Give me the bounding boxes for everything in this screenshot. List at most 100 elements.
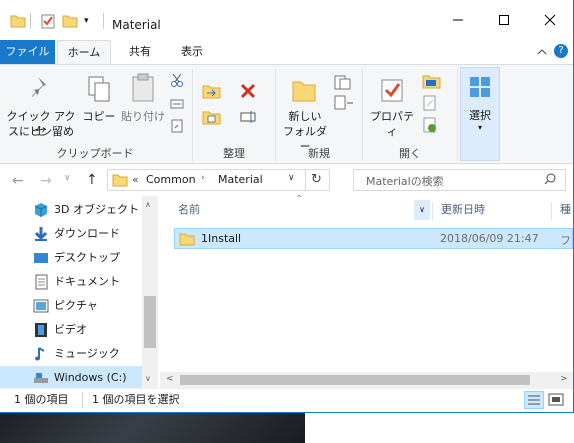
nav-item-windows-drive[interactable]: Windows (C:)	[0, 366, 142, 390]
column-divider[interactable]	[551, 202, 552, 220]
column-header-name[interactable]: 名前	[178, 196, 432, 224]
open-group-label: 開く	[399, 147, 421, 160]
clipboard-group-label: クリップボード	[56, 147, 134, 160]
pin-label-line2: スにピン留め	[8, 125, 74, 138]
search-box[interactable]: Materialの検索	[353, 169, 566, 191]
cut-icon[interactable]	[170, 73, 184, 90]
column-header-type[interactable]: 種	[560, 196, 573, 224]
customize-quick-access-icon[interactable]: ▾	[84, 13, 89, 29]
file-name: 1Install	[201, 232, 242, 245]
breadcrumb-common[interactable]: Common	[146, 173, 196, 186]
pin-to-quick-access-button[interactable]: クイック アクセ スにピン留め	[6, 69, 76, 141]
nav-item-label: 3D オブジェクト	[54, 203, 139, 216]
column-filter-icon[interactable]: ∨	[414, 200, 430, 220]
scroll-up-icon[interactable]: ∧	[145, 200, 151, 209]
nav-scrollbar[interactable]: ∧ ∨	[142, 196, 158, 388]
nav-item-label: ダウンロード	[54, 227, 120, 240]
nav-item-label: ドキュメント	[54, 275, 120, 288]
search-icon[interactable]	[544, 173, 556, 188]
folder-icon	[179, 231, 195, 250]
nav-scroll-thumb[interactable]	[144, 296, 156, 348]
address-overflow[interactable]: «	[132, 173, 139, 186]
file-row[interactable]: 1Install 2018/06/09 21:47 ファ	[174, 228, 573, 249]
close-button[interactable]	[527, 0, 573, 40]
nav-item-pictures[interactable]: ピクチャ	[0, 294, 142, 318]
videos-icon	[33, 322, 49, 338]
organize-group-label: 整理	[223, 147, 245, 160]
new-folder-quick-icon[interactable]	[62, 13, 78, 29]
large-icons-view-icon[interactable]	[548, 392, 564, 416]
status-selected-count: 1 個の項目を選択	[92, 393, 180, 406]
paste-button[interactable]: 貼り付け	[120, 69, 166, 141]
horizontal-scrollbar[interactable]: < >	[160, 372, 573, 388]
properties-quick-icon[interactable]	[40, 13, 56, 29]
nav-item-desktop[interactable]: デスクトップ	[0, 246, 142, 270]
help-icon[interactable]: ?	[554, 44, 568, 58]
rename-icon[interactable]	[240, 109, 258, 128]
nav-item-label: ピクチャ	[54, 299, 98, 312]
window-title: Material	[112, 18, 161, 32]
copy-icon	[87, 75, 111, 106]
hscroll-thumb[interactable]	[180, 375, 530, 385]
move-to-icon[interactable]	[202, 83, 222, 102]
properties-icon	[379, 77, 405, 106]
recent-locations-icon[interactable]: ∨	[64, 173, 71, 183]
properties-label: プロパティ	[370, 110, 414, 138]
nav-item-music[interactable]: ミュージック	[0, 342, 142, 366]
copy-to-icon[interactable]	[202, 109, 222, 128]
new-item-icon[interactable]	[334, 75, 356, 94]
paste-shortcut-icon[interactable]	[170, 119, 184, 136]
folder-icon	[10, 13, 26, 29]
tab-file[interactable]: ファイル	[0, 40, 55, 64]
download-icon	[33, 226, 49, 242]
edit-icon[interactable]	[422, 95, 438, 114]
copy-path-icon[interactable]	[170, 97, 184, 114]
documents-icon	[33, 274, 49, 290]
details-view-icon[interactable]	[524, 391, 544, 409]
up-arrow-icon[interactable]: ↑	[86, 172, 98, 188]
column-header-modified[interactable]: 更新日時	[441, 196, 551, 224]
new-folder-button[interactable]: 新しい フォルダー	[280, 69, 330, 153]
file-modified: 2018/06/09 21:47	[440, 232, 539, 245]
address-dropdown-icon[interactable]: ∨	[288, 173, 295, 183]
easy-access-icon[interactable]	[334, 95, 356, 114]
select-dropdown-icon: ▾	[477, 123, 482, 132]
properties-button[interactable]: プロパティ	[366, 69, 418, 141]
breadcrumb-chevron-icon[interactable]: ›	[201, 173, 205, 183]
column-divider[interactable]	[432, 202, 433, 220]
nav-item-downloads[interactable]: ダウンロード	[0, 222, 142, 246]
group-separator	[457, 69, 458, 161]
nav-item-3d-objects[interactable]: 3D オブジェクト	[0, 198, 142, 222]
separator	[30, 13, 31, 29]
tab-share[interactable]: 共有	[118, 40, 162, 64]
search-placeholder: Materialの検索	[366, 175, 444, 188]
delete-icon[interactable]	[240, 83, 256, 102]
nav-item-videos[interactable]: ビデオ	[0, 318, 142, 342]
nav-item-label: Windows (C:)	[54, 371, 127, 384]
ribbon: クイック アクセ スにピン留め コピー 貼り付け クリップボード 整理 新しい …	[0, 64, 573, 164]
separator	[103, 13, 104, 29]
refresh-icon[interactable]: ↻	[311, 172, 322, 187]
tab-view[interactable]: 表示	[167, 40, 217, 64]
back-arrow-icon[interactable]: ←	[12, 173, 24, 189]
open-icon[interactable]	[422, 73, 442, 92]
navigation-pane: 3D オブジェクト ダウンロード デスクトップ ドキュメント ピクチャ ビデオ …	[0, 196, 158, 390]
forward-arrow-icon[interactable]: →	[40, 173, 52, 189]
nav-item-documents[interactable]: ドキュメント	[0, 270, 142, 294]
title-bar: ▾ Material	[0, 0, 573, 40]
tab-home[interactable]: ホーム	[57, 40, 111, 65]
address-bar[interactable]: « Common › Material ∨ ↻	[107, 169, 330, 191]
copy-button[interactable]: コピー	[80, 69, 118, 141]
minimize-button[interactable]	[435, 0, 481, 40]
pictures-icon	[33, 298, 49, 314]
select-grid-icon	[469, 76, 491, 101]
history-icon[interactable]	[422, 117, 438, 136]
scroll-left-icon[interactable]: <	[166, 374, 174, 384]
breadcrumb-material[interactable]: Material	[218, 173, 263, 186]
maximize-button[interactable]	[481, 0, 527, 40]
scroll-down-icon[interactable]: ∨	[145, 374, 151, 383]
drive-icon	[33, 370, 49, 386]
select-button[interactable]: 選択 ▾	[460, 67, 500, 161]
scroll-right-icon[interactable]: >	[560, 374, 568, 384]
ribbon-expand-icon[interactable]	[536, 46, 548, 61]
